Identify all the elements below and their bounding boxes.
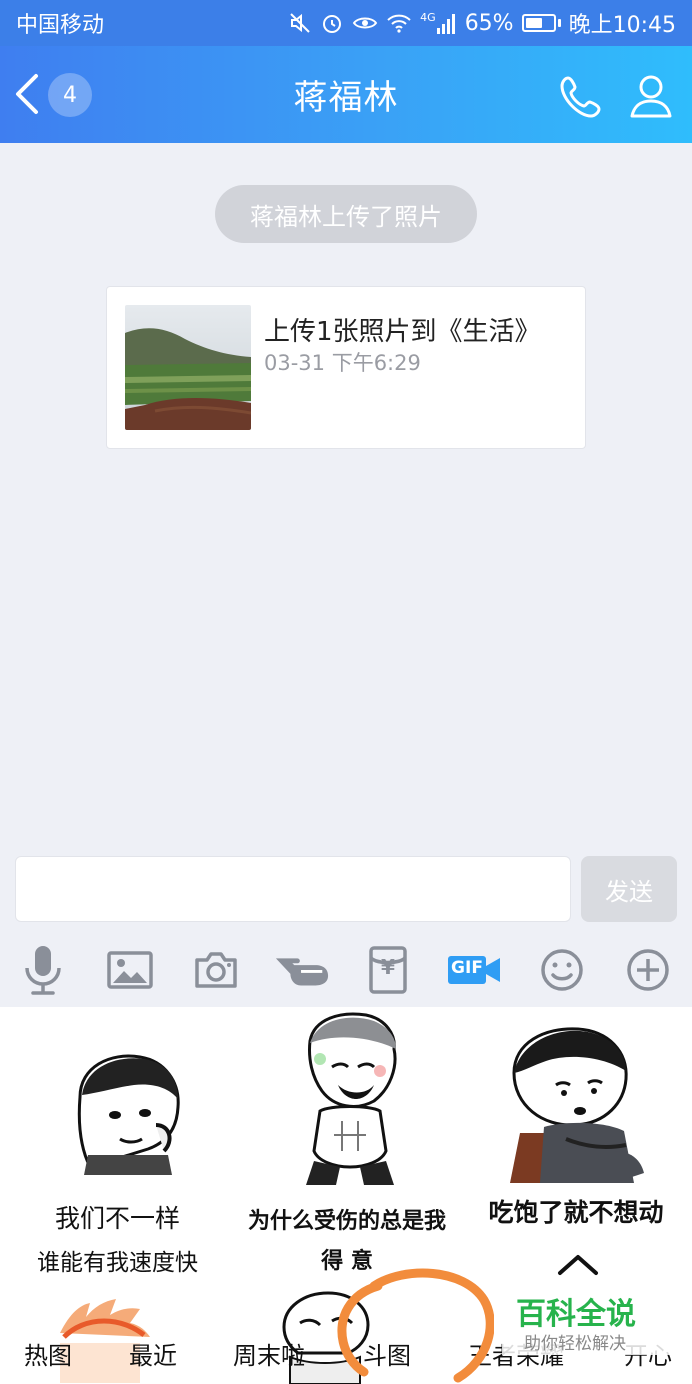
red-packet-icon[interactable]: ¥: [360, 940, 416, 1000]
tab-doutu[interactable]: 斗图: [363, 1336, 411, 1371]
input-toolbar: ¥ GIF: [0, 940, 692, 1002]
send-button[interactable]: 发送: [581, 856, 677, 922]
chevron-up-icon[interactable]: [556, 1253, 600, 1281]
card-title: 上传1张照片到《生活》: [264, 317, 541, 347]
mute-icon: [288, 11, 312, 35]
watermark-logo: 百科全说 助你轻松解决: [502, 1285, 692, 1355]
card-timestamp: 03-31 下午6:29: [264, 351, 421, 375]
watermark-subtitle: 助你轻松解决: [524, 1334, 626, 1354]
message-input[interactable]: [15, 856, 571, 922]
gif-icon[interactable]: GIF: [446, 940, 502, 1000]
microphone-icon[interactable]: [15, 940, 71, 1000]
sticker-caption-1a: 我们不一样: [54, 1204, 180, 1233]
sticker-caption-1b: 谁能有我速度快: [37, 1250, 198, 1276]
contact-profile-icon[interactable]: [628, 72, 674, 120]
photo-upload-card[interactable]: 上传1张照片到《生活》 03-31 下午6:29: [106, 286, 586, 449]
carrier-name: 中国移动: [16, 13, 105, 38]
sticker-meme-2[interactable]: [290, 1011, 410, 1191]
red-packet-symbol: ¥: [381, 955, 395, 979]
system-notice: 蒋福林上传了照片: [215, 185, 477, 243]
battery-percent: 65%: [464, 10, 514, 36]
watermark-title: 百科全说: [516, 1297, 636, 1332]
sticker-caption-2b: 得 意: [321, 1249, 373, 1274]
network-type: 4G: [420, 11, 436, 24]
phone-call-icon[interactable]: [558, 72, 606, 120]
signal-icon: 4G: [420, 12, 457, 34]
status-bar: 中国移动 4G 65% 晚上10:45: [0, 0, 692, 46]
battery-icon: [521, 14, 561, 32]
sticker-meme-3[interactable]: [484, 1023, 659, 1183]
alarm-icon: [320, 11, 344, 35]
camera-icon[interactable]: [188, 940, 244, 1000]
chat-header: 4 蒋福林: [0, 46, 692, 143]
gif-label: GIF: [451, 958, 483, 978]
clock: 晚上10:45: [568, 13, 676, 38]
sticker-caption-2a: 为什么受伤的总是我: [247, 1209, 446, 1234]
poke-icon[interactable]: [274, 940, 330, 1000]
emoji-icon[interactable]: [534, 940, 590, 1000]
tab-recent[interactable]: 最近: [129, 1336, 177, 1371]
wifi-icon: [386, 11, 412, 35]
photo-thumbnail[interactable]: [125, 305, 251, 430]
sticker-meme-1[interactable]: [60, 1047, 190, 1177]
plus-icon[interactable]: [620, 940, 676, 1000]
tab-weekend[interactable]: 周末啦: [233, 1336, 305, 1371]
tab-hot[interactable]: 热图: [24, 1336, 72, 1371]
eye-comfort-icon: [352, 11, 378, 35]
image-icon[interactable]: [102, 940, 158, 1000]
sticker-caption-3a: 吃饱了就不想动: [488, 1198, 664, 1227]
